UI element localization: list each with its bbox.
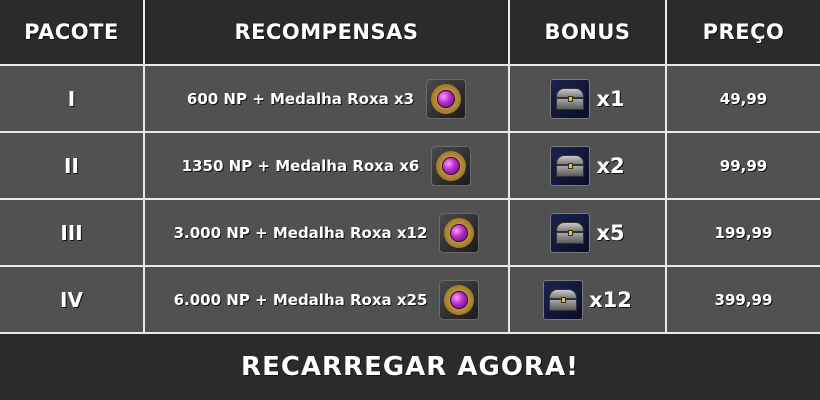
reward-text: 6.000 NP + Medalha Roxa x25: [173, 290, 428, 309]
row-1-reward: 600 NP + Medalha Roxa x3: [145, 66, 510, 133]
purple-medal-icon: [439, 212, 480, 253]
reward-text: 600 NP + Medalha Roxa x3: [186, 89, 415, 108]
chest-icon: [550, 212, 591, 253]
row-4-price: 399,99: [667, 267, 820, 334]
reward-text: 1350 NP + Medalha Roxa x6: [181, 156, 420, 175]
bonus-quantity: x1: [596, 86, 625, 111]
row-3-reward: 3.000 NP + Medalha Roxa x12: [145, 200, 510, 267]
purple-medal-icon: [431, 145, 472, 186]
row-2-reward: 1350 NP + Medalha Roxa x6: [145, 133, 510, 200]
chest-icon: [550, 145, 591, 186]
row-1-bonus: x1: [510, 66, 667, 133]
purple-medal-icon: [426, 78, 467, 119]
bonus-quantity: x12: [589, 287, 632, 312]
header-bonus: BONUS: [510, 0, 667, 66]
chest-icon: [550, 78, 591, 119]
reward-text: 3.000 NP + Medalha Roxa x12: [173, 223, 428, 242]
row-2-price: 99,99: [667, 133, 820, 200]
row-2-tier: II: [0, 133, 145, 200]
row-3-price: 199,99: [667, 200, 820, 267]
row-3-bonus: x5: [510, 200, 667, 267]
recharge-packages-table: PACOTE RECOMPENSAS BONUS PREÇO I 600 NP …: [0, 0, 820, 334]
bonus-quantity: x2: [596, 153, 625, 178]
header-price: PREÇO: [667, 0, 820, 66]
row-4-reward: 6.000 NP + Medalha Roxa x25: [145, 267, 510, 334]
chest-icon: [543, 279, 584, 320]
row-1-tier: I: [0, 66, 145, 133]
row-4-tier: IV: [0, 267, 145, 334]
row-2-bonus: x2: [510, 133, 667, 200]
header-package: PACOTE: [0, 0, 145, 66]
header-rewards: RECOMPENSAS: [145, 0, 510, 66]
purple-medal-icon: [439, 279, 480, 320]
bonus-quantity: x5: [596, 220, 625, 245]
footer-bar: RECARREGAR AGORA!: [0, 334, 820, 400]
row-1-price: 49,99: [667, 66, 820, 133]
recharge-now-button[interactable]: RECARREGAR AGORA!: [235, 351, 585, 383]
row-4-bonus: x12: [510, 267, 667, 334]
row-3-tier: III: [0, 200, 145, 267]
